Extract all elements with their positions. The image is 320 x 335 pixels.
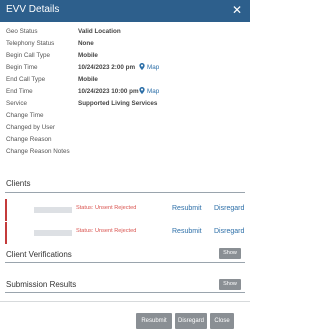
field-label: Geo Status (6, 28, 38, 35)
submission-results-show-button[interactable]: Show (219, 279, 241, 290)
field-label: End Time (6, 88, 33, 95)
field-value: Supported Living Services (78, 100, 158, 107)
error-indicator (5, 199, 7, 221)
map-link-label: Map (147, 88, 160, 95)
field-begin-call-type: Begin Call Type Mobile (6, 50, 246, 61)
field-label: Begin Time (6, 64, 38, 71)
client-resubmit-link[interactable]: Resubmit (172, 228, 202, 235)
field-label: Telephony Status (6, 40, 55, 47)
client-verifications-show-button[interactable]: Show (219, 248, 241, 259)
field-telephony-status: Telephony Status None (6, 38, 246, 49)
client-disregard-link[interactable]: Disregard (214, 228, 244, 235)
field-changed-by-user: Changed by User (6, 122, 246, 133)
disregard-button[interactable]: Disregard (175, 313, 207, 329)
client-status: Status: Unsent Rejected (76, 228, 137, 234)
field-label: Changed by User (6, 124, 56, 131)
footer-divider (0, 301, 250, 302)
field-end-call-type: End Call Type Mobile (6, 74, 246, 85)
field-begin-time: Begin Time 10/24/2023 2:00 pm Map (6, 62, 246, 73)
field-label: End Call Type (6, 76, 46, 83)
field-label: Change Reason Notes (6, 148, 70, 155)
client-row: Status: Unsent Rejected Resubmit Disrega… (5, 199, 245, 221)
end-map-link[interactable]: Map (139, 86, 159, 97)
clients-section-title: Clients (6, 179, 31, 188)
field-value: 10/24/2023 2:00 pm (78, 64, 136, 71)
client-row: Status: Unsent Rejected Resubmit Disrega… (5, 222, 245, 244)
section-divider (5, 192, 245, 193)
field-value: Mobile (78, 76, 98, 83)
field-value: Mobile (78, 52, 98, 59)
client-disregard-link[interactable]: Disregard (214, 205, 244, 212)
field-service: Service Supported Living Services (6, 98, 246, 109)
dialog-header: EVV Details ✕ (0, 0, 250, 22)
map-pin-icon (139, 87, 145, 94)
client-name-redacted (34, 230, 72, 236)
close-icon[interactable]: ✕ (232, 3, 242, 17)
begin-map-link[interactable]: Map (139, 62, 159, 73)
field-change-time: Change Time (6, 110, 246, 121)
client-resubmit-link[interactable]: Resubmit (172, 205, 202, 212)
client-name-redacted (34, 207, 72, 213)
close-button[interactable]: Close (210, 313, 234, 329)
section-divider (5, 262, 245, 263)
field-label: Change Time (6, 112, 44, 119)
field-change-reason: Change Reason (6, 134, 246, 145)
map-pin-icon (139, 63, 145, 70)
map-link-label: Map (147, 64, 160, 71)
client-verifications-title: Client Verifications (6, 250, 72, 259)
resubmit-button[interactable]: Resubmit (136, 313, 172, 329)
submission-results-title: Submission Results (6, 280, 77, 289)
client-status: Status: Unsent Rejected (76, 205, 137, 211)
field-value: None (78, 40, 94, 47)
field-label: Begin Call Type (6, 52, 50, 59)
error-indicator (5, 222, 7, 244)
field-label: Service (6, 100, 27, 107)
field-geo-status: Geo Status Valid Location (6, 26, 246, 37)
field-value: 10/24/2023 10:00 pm (78, 88, 139, 95)
field-label: Change Reason (6, 136, 52, 143)
section-divider (5, 292, 245, 293)
field-end-time: End Time 10/24/2023 10:00 pm Map (6, 86, 246, 97)
field-value: Valid Location (78, 28, 121, 35)
field-change-reason-notes: Change Reason Notes (6, 146, 246, 157)
dialog-title: EVV Details (6, 4, 60, 15)
